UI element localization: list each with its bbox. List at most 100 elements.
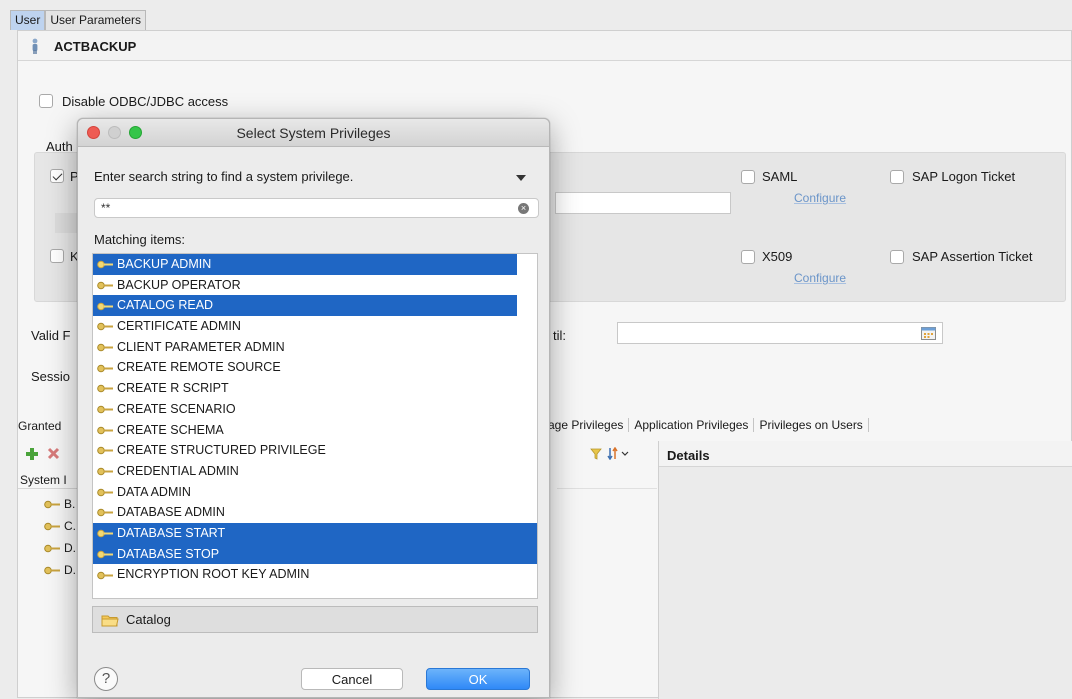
sort-icon[interactable]	[607, 447, 629, 460]
search-prompt: Enter search string to find a system pri…	[94, 169, 354, 184]
sap-logon-ticket-checkbox[interactable]	[890, 170, 904, 184]
dialog-titlebar[interactable]: Select System Privileges	[78, 119, 549, 147]
privilege-label: CREATE SCENARIO	[117, 401, 236, 416]
session-label: Sessio	[31, 369, 71, 384]
privilege-list-item[interactable]: CREDENTIAL ADMIN	[93, 461, 537, 482]
key-icon	[97, 257, 117, 271]
privilege-list-item[interactable]: DATA ADMIN	[93, 482, 537, 503]
privilege-label: CREATE STRUCTURED PRIVILEGE	[117, 443, 326, 458]
saml-label: SAML	[762, 169, 798, 184]
system-privileges-header: System I	[18, 471, 78, 489]
privilege-label: CREATE SCHEMA	[117, 422, 224, 437]
privilege-list-item[interactable]: ENCRYPTION ROOT KEY ADMIN	[93, 564, 537, 585]
privilege-list-item[interactable]: BACKUP OPERATOR	[93, 275, 537, 296]
privilege-list-item[interactable]: CREATE SCHEMA	[93, 420, 537, 441]
user-name: ACTBACKUP	[54, 39, 137, 54]
privilege-list-item[interactable]: CERTIFICATE ADMIN	[93, 316, 537, 337]
key-icon	[97, 505, 117, 519]
key-icon	[97, 443, 117, 457]
sap-logon-ticket-label: SAP Logon Ticket	[912, 169, 1016, 184]
privilege-label: DATABASE ADMIN	[117, 505, 225, 520]
key-icon	[97, 567, 117, 581]
x509-label: X509	[762, 249, 793, 264]
x509-checkbox[interactable]	[741, 250, 755, 264]
privilege-label: CREATE REMOTE SOURCE	[117, 360, 281, 375]
matching-items-list[interactable]: BACKUP ADMIN BACKUP OPERATOR CATALOG READ C…	[92, 253, 538, 599]
folder-icon	[101, 615, 119, 627]
matching-items-label: Matching items:	[94, 232, 186, 247]
privilege-list-item[interactable]: CLIENT PARAMETER ADMIN	[93, 337, 537, 358]
key-icon	[97, 464, 117, 478]
dropdown-arrow-icon[interactable]	[516, 175, 526, 181]
left-list-item[interactable]: D.	[44, 563, 76, 577]
left-list-item[interactable]: C.	[44, 519, 76, 533]
left-list-item[interactable]: B.	[44, 497, 75, 511]
disable-odbc-checkbox[interactable]	[39, 94, 53, 108]
delete-icon[interactable]	[47, 447, 60, 460]
privilege-search-input[interactable]	[94, 198, 539, 218]
catalog-label: Catalog	[126, 612, 171, 627]
key-icon	[97, 402, 117, 416]
ok-button[interactable]: OK	[426, 668, 530, 690]
key-icon	[97, 298, 117, 312]
disable-odbc-label: Disable ODBC/JDBC access	[62, 94, 229, 109]
clear-search-icon[interactable]: ×	[518, 203, 529, 214]
privilege-list-item[interactable]: CREATE SCENARIO	[93, 399, 537, 420]
privilege-label: CLIENT PARAMETER ADMIN	[117, 339, 285, 354]
user-header: ACTBACKUP	[18, 31, 1071, 61]
key-icon	[44, 501, 60, 509]
key-icon	[97, 423, 117, 437]
privilege-list-item[interactable]: DATABASE START	[93, 522, 537, 544]
sap-assertion-ticket-checkbox[interactable]	[890, 250, 904, 264]
privilege-label: ENCRYPTION ROOT KEY ADMIN	[117, 567, 310, 582]
key-icon	[97, 278, 117, 292]
cancel-button[interactable]: Cancel	[301, 668, 403, 690]
calendar-icon[interactable]	[921, 326, 936, 340]
saml-configure-link[interactable]: Configure	[794, 191, 846, 205]
privilege-list-item[interactable]: CREATE REMOTE SOURCE	[93, 357, 537, 378]
tab-user[interactable]: User	[10, 10, 46, 30]
sap-assertion-ticket-label: SAP Assertion Ticket	[912, 249, 1033, 264]
help-button[interactable]: ?	[94, 667, 118, 691]
privilege-table-header	[557, 475, 657, 489]
privilege-list-item[interactable]: CATALOG READ	[93, 295, 517, 317]
privilege-list-item[interactable]: DATABASE STOP	[93, 543, 537, 565]
privilege-label: BACKUP OPERATOR	[117, 277, 241, 292]
key-icon	[44, 545, 60, 553]
editor-tabbar: User User Parameters	[10, 10, 147, 30]
key-icon	[97, 526, 117, 540]
key-icon	[97, 340, 117, 354]
tab-application-privileges[interactable]: Application Privileges	[629, 418, 755, 432]
privilege-list-item[interactable]: BACKUP ADMIN	[93, 254, 517, 275]
valid-until-field[interactable]	[617, 322, 943, 344]
privilege-list-item[interactable]: CREATE STRUCTURED PRIVILEGE	[93, 440, 537, 461]
privilege-label: DATA ADMIN	[117, 484, 191, 499]
add-icon[interactable]	[25, 447, 39, 461]
tab-user-parameters[interactable]: User Parameters	[45, 10, 147, 30]
filter-icon[interactable]	[590, 448, 602, 460]
tab-privileges-on-users[interactable]: Privileges on Users	[754, 418, 869, 432]
valid-until-label: til:	[553, 328, 566, 343]
kerberos-checkbox[interactable]	[50, 249, 64, 263]
left-list-item[interactable]: D.	[44, 541, 76, 555]
dialog-title: Select System Privileges	[236, 125, 391, 141]
catalog-status-bar: Catalog	[92, 606, 538, 633]
granted-roles-tab[interactable]: Granted	[18, 419, 61, 433]
select-system-privileges-dialog: Select System Privileges Enter search st…	[77, 118, 550, 698]
key-icon	[97, 319, 117, 333]
details-pane: Details	[658, 441, 1072, 699]
privilege-label: CREATE R SCRIPT	[117, 381, 229, 396]
key-icon	[44, 567, 60, 575]
password-field[interactable]	[555, 192, 731, 214]
privilege-list-item[interactable]: CREATE R SCRIPT	[93, 378, 537, 399]
user-icon	[32, 38, 38, 54]
key-icon	[97, 360, 117, 374]
saml-checkbox[interactable]	[741, 170, 755, 184]
privilege-label: CATALOG READ	[117, 298, 214, 313]
privilege-list-item[interactable]: DATABASE ADMIN	[93, 502, 537, 523]
privilege-label: BACKUP ADMIN	[117, 257, 212, 271]
tab-package-privileges[interactable]: kage Privileges	[537, 418, 630, 432]
password-checkbox[interactable]	[50, 169, 64, 183]
x509-configure-link[interactable]: Configure	[794, 271, 846, 285]
privilege-tabbar: kage Privileges Application Privileges P…	[537, 418, 869, 432]
